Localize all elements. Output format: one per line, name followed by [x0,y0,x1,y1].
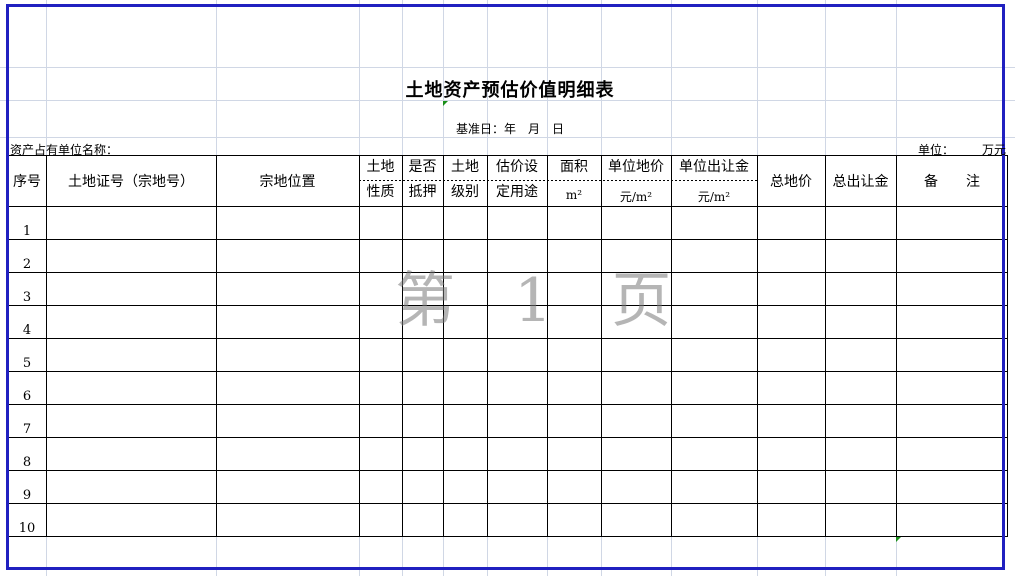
header-mortgage-2: 抵押 [408,184,437,200]
row-number: 10 [18,521,36,536]
header-mortgage-1: 是否 [408,159,437,175]
header-unit-fee-1: 单位出让金 [679,159,749,175]
row-number: 5 [22,356,32,371]
header-area-1: 面积 [560,159,588,175]
row-number: 6 [22,389,32,404]
header-unit-price-2: 元/m² [619,190,653,204]
row-number: 3 [22,290,32,305]
row-number: 2 [22,257,32,272]
header-location: 宗地位置 [259,174,316,190]
unit-value: 万元 [982,143,1007,157]
header-nature-2: 性质 [366,184,395,200]
row-number: 1 [22,224,32,239]
row-number: 4 [22,323,32,338]
header-grade-2: 级别 [451,184,479,200]
header-grade-1: 土地 [451,159,479,175]
row-number: 9 [22,488,32,503]
unit-label: 单位： [918,143,955,157]
header-total-fee: 总出让金 [832,174,889,190]
header-unit-fee-2: 元/m² [697,190,731,204]
header-cert: 土地证号（宗地号） [68,174,194,190]
sheet-title: 土地资产预估价值明细表 [405,80,615,101]
cell-comment-marker [896,537,901,542]
page-watermark: 第 1 页 [395,266,692,336]
header-unit-price-1: 单位地价 [608,159,664,175]
header-usage-1: 估价设 [496,159,538,175]
owner-label: 资产占有单位名称： [10,143,119,157]
row-number: 8 [22,455,32,470]
base-date: 基准日：年 月 日 [455,122,564,136]
header-total-price: 总地价 [770,174,812,190]
header-seq: 序号 [13,174,41,190]
header-area-2: m² [565,188,583,202]
header-remark: 备 注 [924,174,980,190]
header-usage-2: 定用途 [496,184,538,200]
cell-comment-marker [443,101,448,106]
row-number: 7 [22,422,32,437]
header-nature-1: 土地 [366,159,395,175]
column-header-edge [0,0,1015,3]
